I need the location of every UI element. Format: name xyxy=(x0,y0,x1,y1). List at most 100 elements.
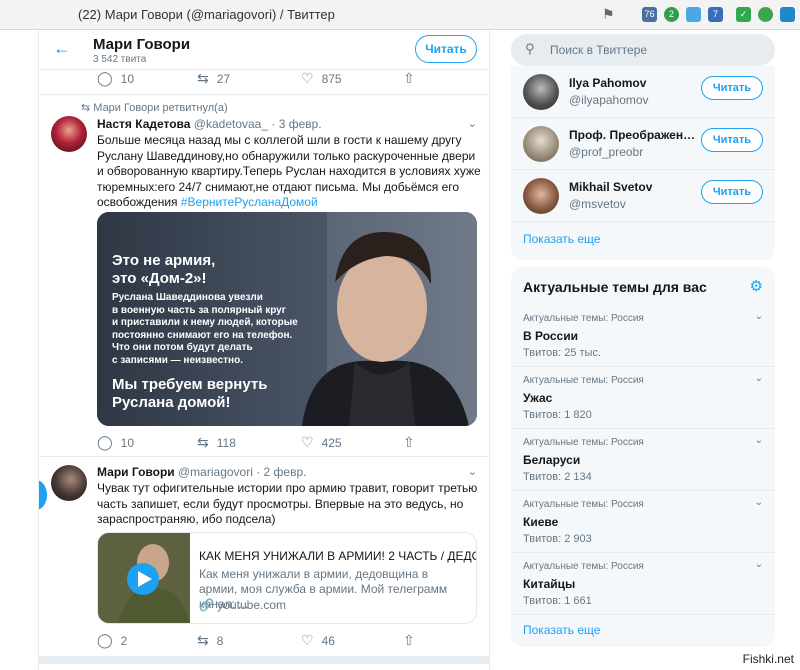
retweet-count: 118 xyxy=(216,435,236,450)
trend-count: Твитов: 25 тыс. xyxy=(523,347,602,359)
trend-name: В России xyxy=(523,329,578,343)
tweet-image[interactable]: Это не армия, это «Дом-2»! Руслана Шавед… xyxy=(97,212,477,426)
chevron-down-icon[interactable]: ⌄ xyxy=(755,497,763,508)
follow-suggestion[interactable]: Mikhail Svetov @msvetov Читать xyxy=(511,170,775,222)
follow-button[interactable]: Читать xyxy=(701,76,763,100)
retweet-icon: ⇆ xyxy=(197,632,209,648)
search-extension-icon[interactable] xyxy=(758,7,773,22)
image-body-line: в военную часть за полярный круг xyxy=(112,304,286,316)
card-title: КАК МЕНЯ УНИЖАЛИ В АРМИИ! 2 ЧАСТЬ / ДЕДО… xyxy=(199,549,477,563)
tweet-date[interactable]: · 3 февр. xyxy=(271,117,321,131)
tweet-count: 3 542 твита xyxy=(93,54,147,65)
show-more-link[interactable]: Показать еще xyxy=(523,232,600,246)
suggestion-name[interactable]: Ilya Pahomov xyxy=(569,76,699,90)
share-icon: ⇧ xyxy=(403,70,415,86)
counter-extension-icon[interactable]: 2 xyxy=(664,7,679,22)
suggestion-handle: @msvetov xyxy=(569,197,626,211)
follow-suggestion[interactable]: Ilya Pahomov @ilyapahomov Читать xyxy=(511,66,775,118)
profile-name: Мари Говори xyxy=(93,36,191,53)
trend-count: Твитов: 2 903 xyxy=(523,533,592,545)
follow-button[interactable]: Читать xyxy=(701,180,763,204)
shield-extension-icon[interactable]: ✓ xyxy=(736,7,751,22)
back-arrow-icon[interactable]: ← xyxy=(53,38,71,59)
image-footer: Мы требуем вернуть Руслана домой! xyxy=(112,376,267,412)
author-handle[interactable]: @kadetovaa_ xyxy=(194,117,268,131)
chevron-down-icon[interactable]: ⌄ xyxy=(755,559,763,570)
retweet-action[interactable]: ⇆ 118 xyxy=(197,434,236,451)
download-extension-icon[interactable] xyxy=(780,7,795,22)
tweet-actions: ◯ 2 ⇆ 8 ♡ 46 ⇧ xyxy=(97,632,477,650)
share-action[interactable]: ⇧ xyxy=(403,434,415,451)
link-card[interactable]: КАК МЕНЯ УНИЖАЛИ В АРМИИ! 2 ЧАСТЬ / ДЕДО… xyxy=(97,532,477,624)
chevron-down-icon[interactable]: ⌄ xyxy=(755,311,763,322)
search-placeholder: Поиск в Твиттере xyxy=(550,43,648,57)
avatar[interactable] xyxy=(51,465,87,501)
search-input[interactable]: ⚲ Поиск в Твиттере xyxy=(511,34,775,66)
tweet-text: Чувак тут офигительные истории про армию… xyxy=(97,481,478,526)
badge-extension-icon[interactable]: 7 xyxy=(708,7,723,22)
heart-icon: ♡ xyxy=(301,434,314,450)
image-body-line: постоянно снимают его на телефон. xyxy=(112,329,293,341)
browser-title-bar: (22) Мари Говори (@mariagovori) / Твитте… xyxy=(0,0,800,30)
trend-context: Актуальные темы: Россия xyxy=(523,375,644,386)
like-count: 46 xyxy=(321,633,335,648)
like-action[interactable]: ♡ 425 xyxy=(301,434,342,451)
chevron-down-icon[interactable]: ⌄ xyxy=(468,117,477,130)
avatar[interactable] xyxy=(523,178,559,214)
show-more-link[interactable]: Показать еще xyxy=(523,623,600,637)
card-url-text: youtube.com xyxy=(217,598,287,612)
reply-action[interactable]: ◯ 2 xyxy=(97,632,127,649)
tweet-text: Больше месяца назад мы с коллегой шли в … xyxy=(97,133,482,211)
gear-icon[interactable]: ⚙ xyxy=(750,277,763,295)
link-icon: 🔗 xyxy=(199,598,214,612)
calendar-extension-icon[interactable]: 76 xyxy=(642,7,657,22)
author-name[interactable]: Настя Кадетова xyxy=(97,117,190,131)
trend-count: Твитов: 1 820 xyxy=(523,409,592,421)
like-count: 425 xyxy=(321,435,342,450)
chevron-down-icon[interactable]: ⌄ xyxy=(755,435,763,446)
retweet-action[interactable]: ⇆ 8 xyxy=(197,632,223,649)
trend-context: Актуальные темы: Россия xyxy=(523,313,644,324)
trends-title: Актуальные темы для вас xyxy=(523,279,707,295)
trend-item[interactable]: Актуальные темы: Россия Китайцы Твитов: … xyxy=(511,553,775,615)
share-action[interactable]: ⇧ xyxy=(403,70,415,87)
reply-action[interactable]: ◯ 10 xyxy=(97,434,134,451)
divider xyxy=(39,94,489,95)
avatar[interactable] xyxy=(523,74,559,110)
trend-item[interactable]: Актуальные темы: Россия Ужас Твитов: 1 8… xyxy=(511,367,775,429)
video-thumbnail-graphic xyxy=(98,533,190,623)
video-thumbnail[interactable] xyxy=(98,533,190,623)
chevron-down-icon[interactable]: ⌄ xyxy=(755,373,763,384)
trend-name: Ужас xyxy=(523,391,553,405)
follow-button[interactable]: Читать xyxy=(701,128,763,152)
trend-item[interactable]: Актуальные темы: Россия Киеве Твитов: 2 … xyxy=(511,491,775,553)
follow-suggestion[interactable]: Проф. Преображенский @prof_preobr Читать xyxy=(511,118,775,170)
like-action[interactable]: ♡ 875 xyxy=(301,70,342,87)
heart-icon: ♡ xyxy=(301,632,314,648)
author-name[interactable]: Мари Говори xyxy=(97,465,175,479)
follow-button[interactable]: Читать xyxy=(415,35,477,63)
suggestion-name[interactable]: Проф. Преображенский xyxy=(569,128,699,142)
reply-icon: ◯ xyxy=(97,434,113,450)
tweet-header: Настя Кадетова @kadetovaa_ · 3 февр. xyxy=(97,117,322,131)
image-body-line: с записями — неизвестно. xyxy=(112,354,243,366)
cloud-extension-icon[interactable] xyxy=(686,7,701,22)
like-action[interactable]: ♡ 46 xyxy=(301,632,335,649)
avatar[interactable] xyxy=(523,126,559,162)
reply-count: 10 xyxy=(120,71,135,86)
chevron-down-icon[interactable]: ⌄ xyxy=(468,465,477,478)
retweet-label-text: Мари Говори ретвитнул(а) xyxy=(93,102,228,114)
reply-action[interactable]: ◯ 10 xyxy=(97,70,134,87)
search-icon: ⚲ xyxy=(525,41,535,56)
share-action[interactable]: ⇧ xyxy=(403,632,415,649)
avatar[interactable] xyxy=(51,116,87,152)
author-handle[interactable]: @mariagovori xyxy=(178,465,253,479)
hashtag-link[interactable]: #ВернитеРусланаДомой xyxy=(181,195,318,209)
bookmark-icon[interactable]: ⚑ xyxy=(602,6,615,23)
tweet-date[interactable]: · 2 февр. xyxy=(256,465,306,479)
floating-compose-button[interactable] xyxy=(39,480,47,510)
retweet-action[interactable]: ⇆ 27 xyxy=(197,70,230,87)
trend-item[interactable]: Актуальные темы: Россия Беларуси Твитов:… xyxy=(511,429,775,491)
suggestion-name[interactable]: Mikhail Svetov xyxy=(569,180,699,194)
trend-item[interactable]: Актуальные темы: Россия В России Твитов:… xyxy=(511,305,775,367)
